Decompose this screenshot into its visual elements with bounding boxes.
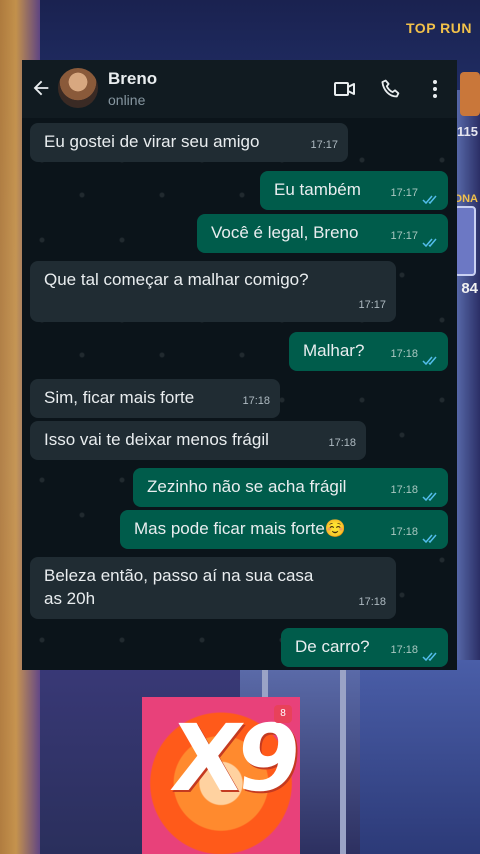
game-rail [340, 670, 346, 854]
message-text: Você é legal, Breno [211, 223, 359, 242]
game-hud-label-2: ONA [453, 193, 478, 205]
message-time: 17:18 [390, 526, 418, 538]
message-text: Isso vai te deixar menos frágil [44, 430, 269, 449]
contact-name[interactable]: Breno [108, 69, 157, 89]
message-text: Beleza então, passo aí na sua casa as 20… [44, 566, 314, 608]
message-time: 17:18 [390, 484, 418, 496]
game-hud-score-2: 84 [461, 280, 478, 297]
double-check-read-icon [422, 356, 437, 366]
message-outgoing[interactable]: Mas pode ficar mais forte☺️ 17:18 [120, 510, 448, 549]
chat-window: Breno online Eu gostei de virar seu amig… [22, 60, 457, 670]
message-time: 17:17 [358, 299, 386, 311]
message-outgoing[interactable]: De carro? 17:18 [281, 628, 448, 667]
message-incoming[interactable]: Que tal começar a malhar comigo? 17:17 [30, 261, 396, 322]
message-text: Sim, ficar mais forte [44, 388, 195, 407]
message-outgoing[interactable]: Malhar? 17:18 [289, 332, 448, 371]
message-text: Eu gostei de virar seu amigo [44, 132, 260, 151]
message-time: 17:18 [390, 348, 418, 360]
message-outgoing[interactable]: Você é legal, Breno 17:17 [197, 214, 448, 253]
message-text: Que tal começar a malhar comigo? [44, 270, 309, 289]
video-call-icon[interactable] [333, 77, 357, 101]
double-check-read-icon [422, 534, 437, 544]
message-incoming[interactable]: Beleza então, passo aí na sua casa as 20… [30, 557, 396, 619]
back-arrow-icon[interactable] [30, 77, 52, 99]
message-time: 17:17 [310, 139, 338, 151]
logo-badge: 8 [274, 705, 292, 723]
more-options-icon[interactable] [423, 77, 447, 101]
message-outgoing[interactable]: Eu também 17:17 [260, 171, 448, 210]
game-hud-label: TOP RUN [406, 20, 472, 36]
game-train [360, 660, 480, 854]
double-check-read-icon [422, 652, 437, 662]
chat-header: Breno online [22, 60, 457, 118]
x9-logo: X9 8 [142, 697, 300, 854]
game-hud-box [454, 206, 476, 276]
message-time: 17:18 [242, 395, 270, 407]
contact-status: online [108, 92, 146, 108]
double-check-read-icon [422, 195, 437, 205]
message-text: Malhar? [303, 341, 365, 360]
avatar[interactable] [58, 68, 98, 108]
game-hud-icon [460, 72, 480, 116]
message-time: 17:17 [390, 187, 418, 199]
double-check-read-icon [422, 238, 437, 248]
phone-call-icon[interactable] [379, 77, 403, 101]
game-hud-score: 115 [457, 124, 478, 139]
message-incoming[interactable]: Sim, ficar mais forte 17:18 [30, 379, 280, 418]
message-outgoing[interactable]: Zezinho não se acha frágil 17:18 [133, 468, 448, 507]
message-incoming[interactable]: Eu gostei de virar seu amigo 17:17 [30, 123, 348, 162]
message-incoming[interactable]: Isso vai te deixar menos frágil 17:18 [30, 421, 366, 460]
double-check-read-icon [422, 492, 437, 502]
message-time: 17:18 [390, 644, 418, 656]
message-text: Zezinho não se acha frágil [147, 477, 347, 496]
message-text: Eu também [274, 180, 361, 199]
message-list: Eu gostei de virar seu amigo 17:17 Eu ta… [22, 118, 457, 670]
message-time: 17:18 [328, 437, 356, 449]
message-text: De carro? [295, 637, 370, 656]
message-text: Mas pode ficar mais forte☺️ [134, 519, 347, 538]
message-time: 17:17 [390, 230, 418, 242]
message-time: 17:18 [358, 596, 386, 608]
